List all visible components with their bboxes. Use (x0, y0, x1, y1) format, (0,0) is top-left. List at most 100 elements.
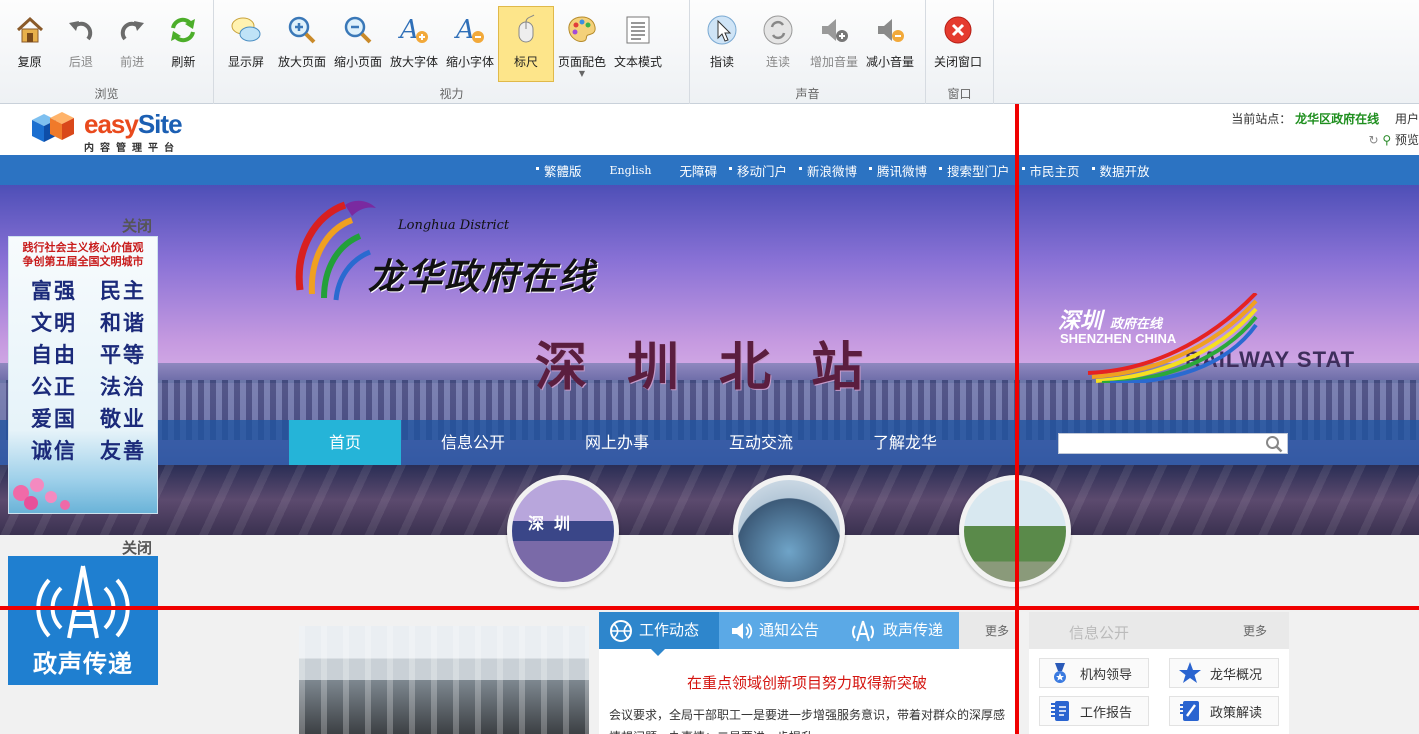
svg-text:A: A (398, 15, 419, 45)
core-values-list: 富强 民主 文明 和谐 自由 平等 公正 法治 爱国 敬业 诚信 友善 (9, 275, 157, 467)
page-color-button[interactable]: 页面配色 ▼ (554, 6, 610, 82)
info-item-policy[interactable]: 政策解读 (1169, 696, 1279, 726)
core-value-row: 富强 民主 (31, 278, 146, 303)
station-sign: 深圳北站 (535, 337, 904, 398)
link-traditional[interactable]: 繁體版 (536, 161, 594, 180)
longhua-logo[interactable]: Longhua District 龙华政府在线 (290, 190, 594, 308)
policy-icon (1178, 699, 1202, 723)
tab-work-news-label: 工作动态 (639, 621, 700, 639)
info-panel-header: 信息公开 更多 (1029, 612, 1289, 649)
nav-info-disclosure[interactable]: 信息公开 (401, 420, 545, 465)
easysite-logo[interactable]: easySite 内容管理平台 (28, 110, 183, 154)
nav-interaction[interactable]: 互动交流 (689, 420, 833, 465)
nav-about-longhua[interactable]: 了解龙华 (833, 420, 977, 465)
core-value-row: 自由 平等 (31, 342, 146, 367)
link-accessible[interactable]: 无障碍 (663, 161, 729, 180)
phoenix-logo-icon (295, 200, 376, 301)
toolbar-group-vision: 显示屏 放大页面 缩小页面 A 放大字体 A 缩小字体 标尺 页面配色 ▼ 文本… (214, 0, 690, 104)
close-ad-2-button[interactable]: 关闭 (122, 537, 152, 558)
preview-link[interactable]: 预览 (1395, 133, 1419, 147)
link-open-data[interactable]: 数据开放 (1091, 161, 1162, 180)
display-button[interactable]: 显示屏 (218, 6, 274, 82)
back-button[interactable]: 后退 (55, 6, 106, 82)
tab-work-news[interactable]: 工作动态 (599, 612, 719, 656)
tab-notices[interactable]: 通知公告 (719, 612, 839, 649)
circle-image-shenzhen-station[interactable]: 深圳 (507, 475, 619, 587)
group-label-sound: 声音 (795, 87, 820, 101)
link-citizen-home[interactable]: 市民主页 (1021, 161, 1092, 180)
toolbar-group-window: 关闭窗口 窗口 (926, 0, 994, 104)
pointer-read-icon (705, 13, 739, 47)
close-window-icon (941, 13, 975, 47)
toolbar-group-sound: 指读 连读 增加音量 减小音量 声音 (690, 0, 926, 104)
close-ad-1-button[interactable]: 关闭 (122, 215, 152, 236)
info-item-work-report[interactable]: 工作报告 (1039, 696, 1149, 726)
info-item-work-report-label: 工作报告 (1080, 705, 1133, 721)
toolbar-group-browse: 复原 后退 前进 刷新 浏览 (0, 0, 214, 104)
volume-down-icon (873, 13, 907, 47)
settings-small-icon[interactable]: ↻ (1368, 133, 1378, 147)
circle-image-night-city[interactable] (733, 475, 845, 587)
volume-down-label: 减小音量 (865, 55, 914, 69)
info-item-leaders[interactable]: 机构领导 (1039, 658, 1149, 688)
zoom-in-page-button[interactable]: 放大页面 (274, 6, 330, 82)
circle-image-text: 深圳 (528, 514, 581, 533)
volume-up-button[interactable]: 增加音量 (806, 6, 862, 82)
tower-icon (849, 619, 877, 643)
info-more-link[interactable]: 更多 (1243, 622, 1267, 639)
close-window-button[interactable]: 关闭窗口 (930, 6, 986, 82)
forward-icon (115, 13, 149, 47)
link-tencent-weibo[interactable]: 腾讯微博 (868, 161, 939, 180)
news-headline[interactable]: 在重点领域创新项目努力取得新突破 (599, 672, 1015, 693)
core-value-row: 爱国 敬业 (31, 406, 146, 431)
star-icon (1178, 661, 1202, 685)
restore-button[interactable]: 复原 (4, 6, 55, 82)
info-panel-title: 信息公开 (1069, 624, 1130, 642)
text-mode-icon (621, 13, 655, 47)
chevron-down-icon: ▼ (578, 69, 586, 78)
info-item-leaders-label: 机构领导 (1080, 667, 1133, 683)
link-english[interactable]: English (594, 164, 664, 177)
nav-online-services[interactable]: 网上办事 (545, 420, 689, 465)
page-color-label: 页面配色 (557, 55, 606, 69)
zoom-out-page-button[interactable]: 缩小页面 (330, 6, 386, 82)
site-search (1058, 433, 1288, 454)
zoom-in-page-label: 放大页面 (277, 55, 326, 69)
current-site-line: 当前站点： 龙华区政府在线 用户 (1231, 110, 1419, 127)
nav-home[interactable]: 首页 (289, 420, 401, 465)
news-more-link[interactable]: 更多 (985, 622, 1009, 639)
continuous-read-button[interactable]: 连读 (750, 6, 806, 82)
current-site-link[interactable]: 龙华区政府在线 (1295, 112, 1379, 126)
zoom-out-page-label: 缩小页面 (333, 55, 382, 69)
link-search-portal[interactable]: 搜索型门户 (939, 161, 1022, 180)
main-nav-list: 首页 信息公开 网上办事 互动交流 了解龙华 (289, 420, 977, 465)
enlarge-font-button[interactable]: A 放大字体 (386, 6, 442, 82)
news-panel: 工作动态 通知公告 政声传递 更多 在重点领域创新项目努力取得新突破 会议要求，… (599, 612, 1015, 734)
text-mode-button[interactable]: 文本模式 (610, 6, 666, 82)
back-label: 后退 (68, 55, 93, 69)
speaker-icon (729, 619, 753, 643)
forward-button[interactable]: 前进 (107, 6, 158, 82)
core-values-ad[interactable]: 践行社会主义核心价值观 争创第五届全国文明城市 富强 民主 文明 和谐 自由 平… (8, 236, 158, 514)
news-photo[interactable] (299, 626, 589, 734)
ruler-vertical-line (1015, 104, 1019, 734)
accessibility-toolbar: 复原 后退 前进 刷新 浏览 显示屏 放大页面 缩小页面 A 放大字体 A 缩小… (0, 0, 1419, 104)
ruler-button[interactable]: 标尺 (498, 6, 554, 82)
volume-down-button[interactable]: 减小音量 (862, 6, 918, 82)
search-input[interactable] (1059, 434, 1259, 453)
user-link[interactable]: 用户 (1395, 112, 1419, 126)
search-icon[interactable] (1265, 435, 1283, 456)
shrink-font-button[interactable]: A 缩小字体 (442, 6, 498, 82)
home-icon (13, 13, 47, 47)
tab-voice-of-government[interactable]: 政声传递 (839, 612, 959, 649)
refresh-button[interactable]: 刷新 (158, 6, 209, 82)
link-mobile[interactable]: 移动门户 (728, 161, 799, 180)
link-sina-weibo[interactable]: 新浪微博 (798, 161, 869, 180)
preview-icon: ⚲ (1382, 133, 1392, 147)
pointer-read-button[interactable]: 指读 (694, 6, 750, 82)
info-item-overview[interactable]: 龙华概况 (1169, 658, 1279, 688)
info-disclosure-panel: 信息公开 更多 机构领导 龙华概况 工作报告 政策解读 (1029, 612, 1289, 734)
ruler-label: 标尺 (513, 55, 538, 69)
voice-of-government-ad[interactable]: 政声传递 (8, 556, 158, 685)
top-link-bar: 繁體版 English 无障碍 移动门户 新浪微博 腾讯微博 搜索型门户 市民主… (0, 155, 1419, 185)
